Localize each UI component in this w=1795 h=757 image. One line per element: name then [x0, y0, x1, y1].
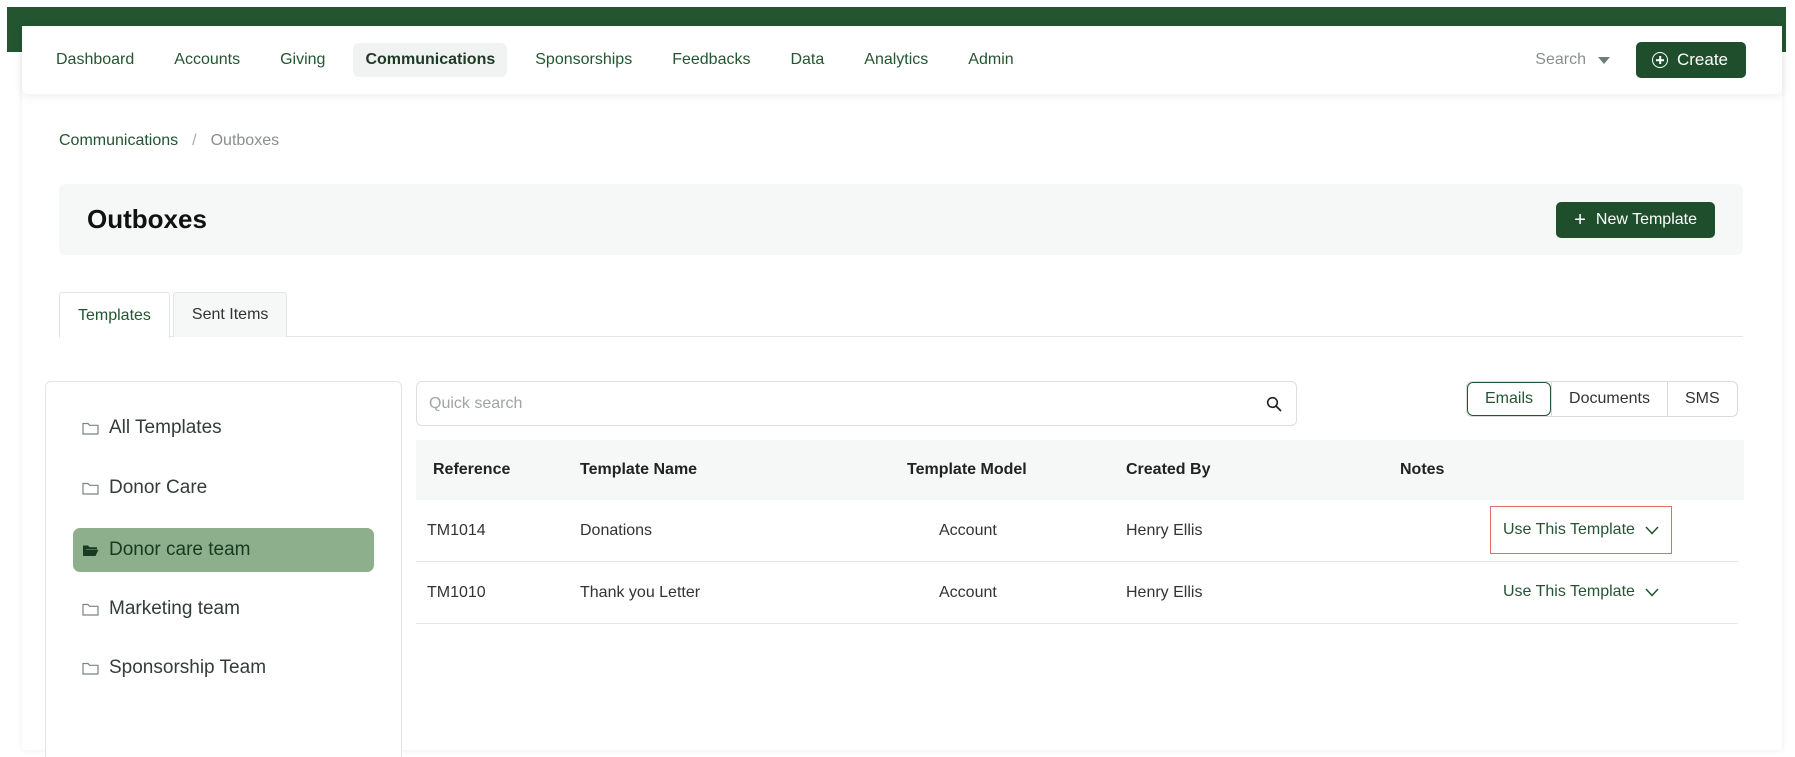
folder-item-marketing-team[interactable]: Marketing team: [73, 587, 374, 631]
new-template-button[interactable]: + New Template: [1556, 201, 1715, 238]
folder-label: Sponsorship Team: [109, 657, 267, 678]
nav-item-accounts[interactable]: Accounts: [162, 43, 252, 77]
global-search-dropdown[interactable]: Search: [1535, 51, 1610, 69]
segment-emails[interactable]: Emails: [1467, 382, 1552, 416]
breadcrumb-separator: /: [192, 132, 197, 149]
folder-icon: [82, 662, 99, 675]
tab-templates[interactable]: Templates: [59, 292, 170, 338]
cell-created-by: Henry Ellis: [1126, 583, 1203, 601]
nav-item-admin[interactable]: Admin: [956, 43, 1025, 77]
header-notes: Notes: [1400, 461, 1445, 478]
cell-template-name: Donations: [580, 521, 653, 539]
nav-item-data[interactable]: Data: [778, 43, 836, 77]
chevron-down-icon: [1645, 525, 1659, 535]
header-reference: Reference: [433, 461, 511, 478]
use-template-dropdown[interactable]: Use This Template: [1490, 506, 1672, 554]
folder-open-icon: [83, 545, 99, 556]
cell-reference: TM1010: [427, 583, 486, 601]
folder-item-donor-care-team[interactable]: Donor care team: [73, 528, 374, 572]
search-input[interactable]: [429, 394, 1266, 413]
plus-icon: +: [1574, 208, 1586, 231]
segment-sms[interactable]: SMS: [1666, 382, 1737, 416]
plus-circle-icon: [1651, 52, 1668, 68]
search-icon[interactable]: [1266, 396, 1282, 412]
chevron-down-icon: [1645, 587, 1659, 597]
nav-actions: Search Create: [1535, 42, 1746, 78]
folder-label: Donor Care: [109, 477, 208, 498]
document-type-toggle: Emails Documents SMS: [1466, 381, 1738, 417]
header-created-by: Created By: [1126, 461, 1211, 478]
breadcrumb: Communications / Outboxes: [59, 132, 279, 150]
cell-template-model: Account: [939, 521, 997, 539]
folder-item-all-templates[interactable]: All Templates: [73, 406, 374, 450]
table-row: TM1010 Thank you Letter Account Henry El…: [416, 562, 1738, 624]
nav-menu: Dashboard Accounts Giving Communications…: [44, 43, 1042, 77]
nav-item-sponsorships[interactable]: Sponsorships: [523, 43, 644, 77]
nav-item-analytics[interactable]: Analytics: [852, 43, 940, 77]
nav-item-feedbacks[interactable]: Feedbacks: [660, 43, 762, 77]
nav-item-dashboard[interactable]: Dashboard: [44, 43, 146, 77]
folder-panel: All Templates Donor Care Donor care team…: [45, 381, 402, 757]
folder-label: Donor care team: [109, 539, 251, 560]
caret-down-icon: [1597, 56, 1610, 64]
breadcrumb-current: Outboxes: [210, 132, 280, 149]
folder-icon: [82, 603, 99, 616]
quick-search: [416, 381, 1297, 426]
page-header: Outboxes + New Template: [59, 184, 1743, 255]
outbox-tabs: Templates Sent Items: [59, 292, 1743, 338]
folder-icon: [82, 422, 99, 435]
nav-item-communications[interactable]: Communications: [353, 43, 508, 77]
create-button[interactable]: Create: [1635, 42, 1746, 78]
use-template-dropdown[interactable]: Use This Template: [1490, 568, 1672, 616]
cell-created-by: Henry Ellis: [1126, 521, 1203, 539]
cell-template-name: Thank you Letter: [580, 583, 701, 601]
page-title: Outboxes: [87, 204, 207, 234]
templates-table: Reference Template Name Template Model C…: [416, 440, 1744, 624]
global-search-label: Search: [1535, 51, 1586, 68]
folder-label: All Templates: [109, 417, 222, 438]
top-navigation: Dashboard Accounts Giving Communications…: [22, 26, 1782, 94]
use-template-label: Use This Template: [1503, 583, 1635, 600]
folder-item-sponsorship-team[interactable]: Sponsorship Team: [73, 646, 374, 690]
cell-reference: TM1014: [427, 521, 486, 539]
breadcrumb-communications[interactable]: Communications: [59, 132, 178, 150]
cell-template-model: Account: [939, 583, 997, 601]
use-template-label: Use This Template: [1503, 521, 1635, 538]
nav-item-giving[interactable]: Giving: [268, 43, 337, 77]
segment-documents[interactable]: Documents: [1551, 382, 1667, 416]
folder-item-donor-care[interactable]: Donor Care: [73, 466, 374, 510]
tab-sent-items[interactable]: Sent Items: [172, 292, 288, 337]
folder-icon: [82, 482, 99, 495]
table-header: Reference Template Name Template Model C…: [416, 440, 1744, 500]
header-template-model: Template Model: [907, 461, 1027, 478]
new-template-label: New Template: [1595, 210, 1697, 228]
table-row: TM1014 Donations Account Henry Ellis Use…: [416, 500, 1738, 562]
header-template-name: Template Name: [580, 461, 698, 478]
folder-label: Marketing team: [109, 598, 240, 619]
create-button-label: Create: [1676, 50, 1728, 69]
